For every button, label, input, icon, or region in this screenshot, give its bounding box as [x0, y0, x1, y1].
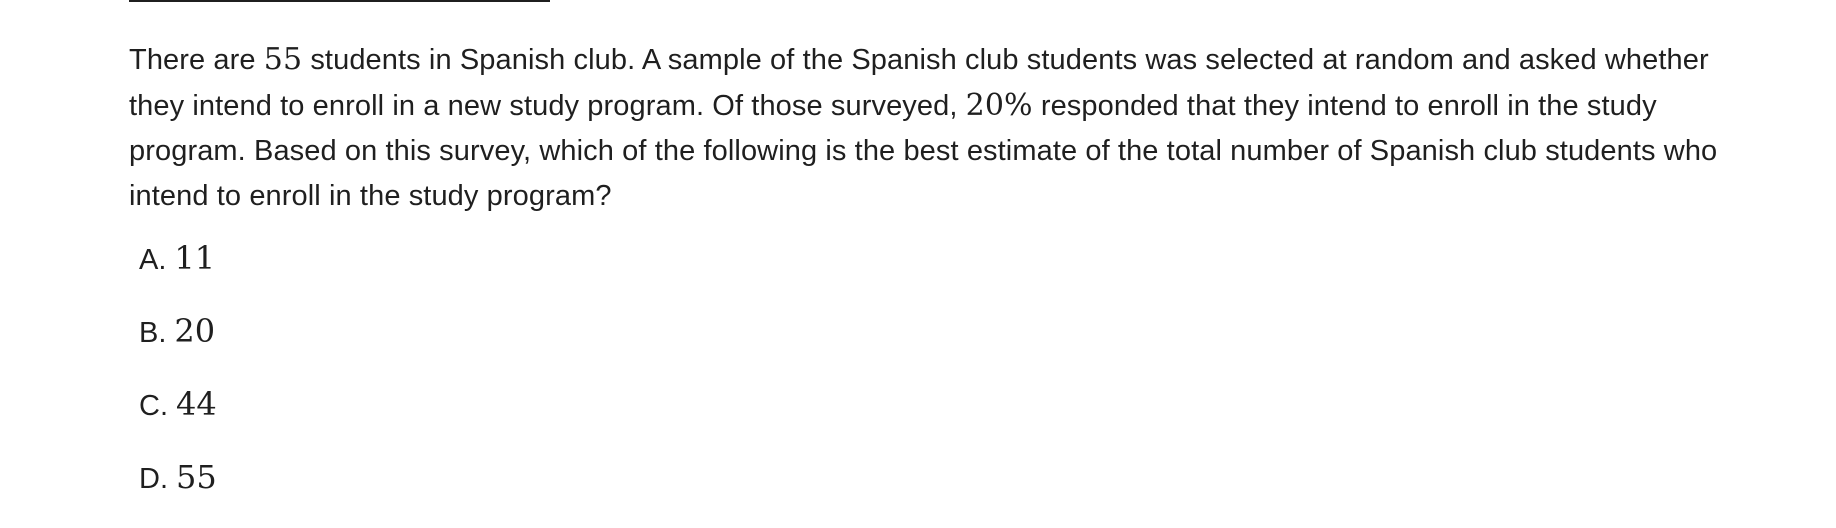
choice-c[interactable]: C. 44	[139, 382, 217, 455]
choice-b[interactable]: B. 20	[139, 309, 217, 382]
choice-letter: C.	[139, 390, 168, 422]
choice-value: 44	[176, 385, 217, 423]
choice-value: 20	[174, 312, 216, 350]
top-divider	[129, 0, 550, 2]
choice-value: 11	[174, 239, 216, 277]
choice-letter: A.	[139, 244, 167, 276]
choice-letter: D.	[139, 463, 168, 495]
question-text: There are 55 students in Spanish club. A…	[129, 37, 1719, 219]
choice-value: 55	[176, 458, 217, 496]
choice-letter: B.	[139, 317, 167, 349]
total-students-value: 55	[263, 42, 303, 77]
choice-d[interactable]: D. 55	[139, 455, 217, 528]
percent-value: 20%	[965, 88, 1033, 123]
question-part-1: There are	[129, 44, 264, 76]
choice-a[interactable]: A. 11	[139, 236, 217, 309]
answer-choices: A. 11 B. 20 C. 44 D. 55	[139, 236, 217, 528]
